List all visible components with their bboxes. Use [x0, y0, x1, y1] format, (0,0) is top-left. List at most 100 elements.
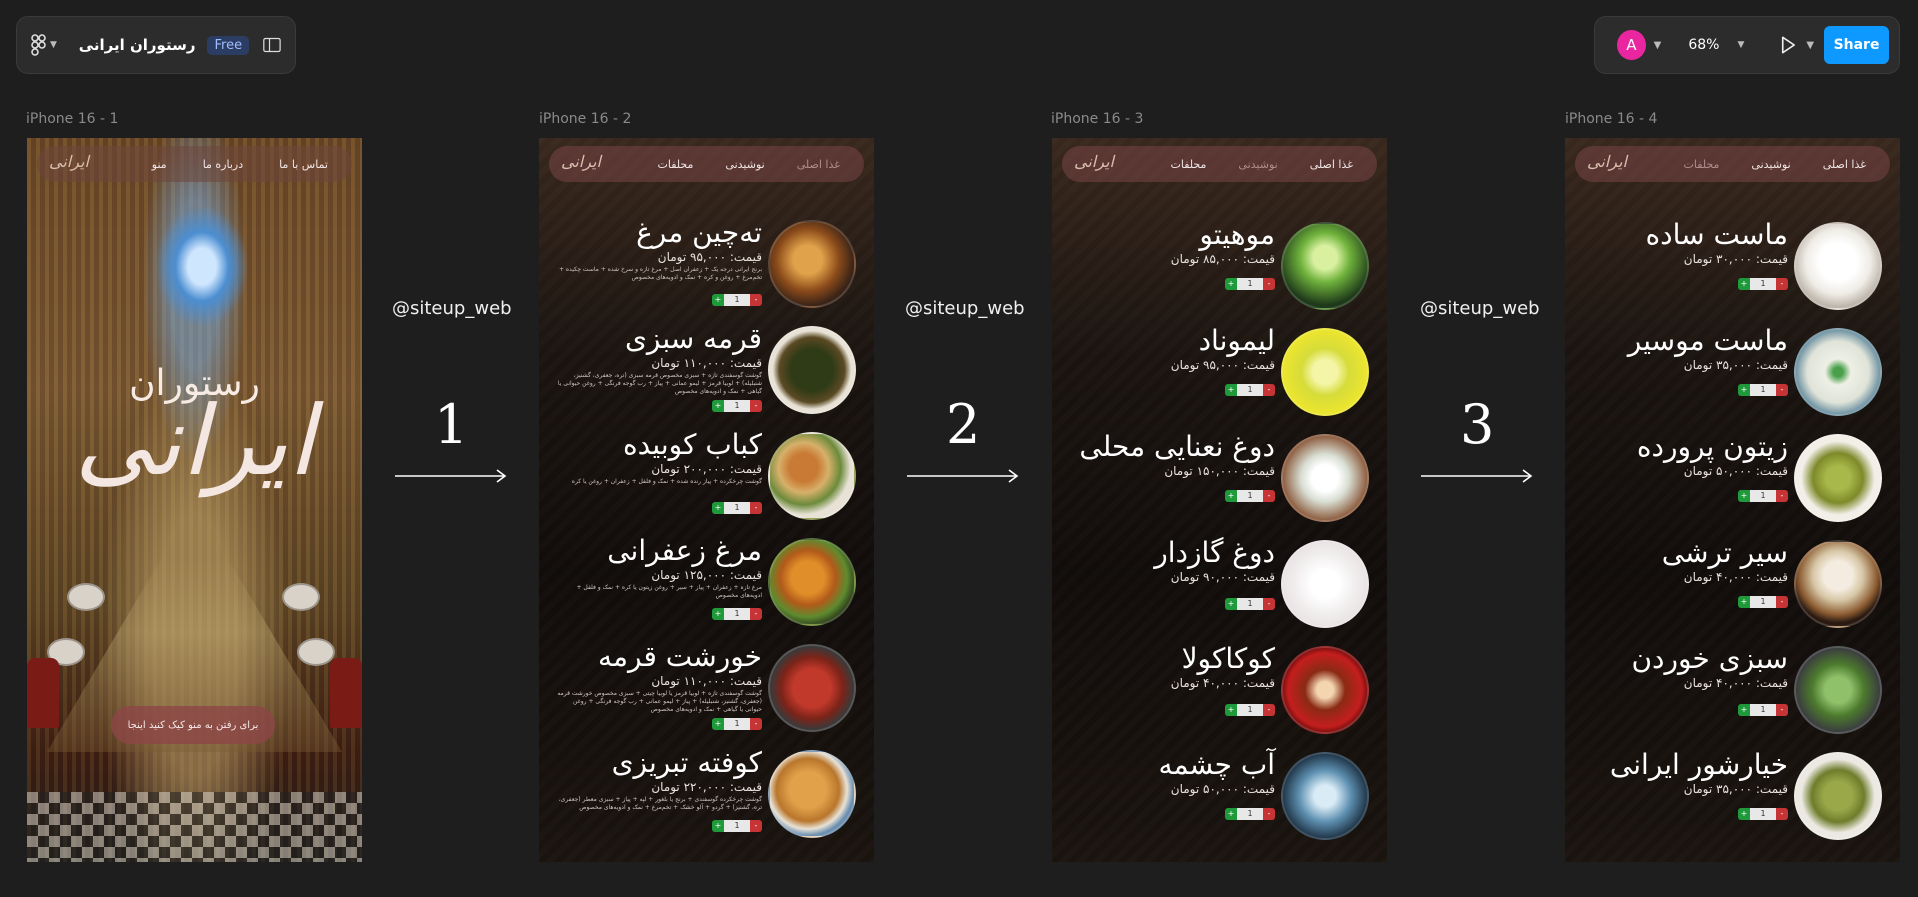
- dish-name: سیر ترشی: [1661, 536, 1788, 569]
- share-button[interactable]: Share: [1824, 26, 1889, 64]
- plus-button[interactable]: +: [1738, 704, 1750, 716]
- dish-price: قیمت: ۳۰,۰۰۰ تومان: [1683, 252, 1788, 266]
- minus-button[interactable]: -: [1776, 278, 1788, 290]
- frame-iphone-4[interactable]: غذا اصلی نوشیدنی محلفات ایرانی ماست ساده…: [1565, 138, 1900, 862]
- minus-button[interactable]: -: [750, 718, 762, 730]
- nav-item-main[interactable]: غذا اصلی: [797, 158, 840, 171]
- present-play-icon[interactable]: [1777, 34, 1798, 56]
- nav-item-sides[interactable]: محلفات: [1684, 158, 1720, 171]
- minus-button[interactable]: -: [1263, 598, 1275, 610]
- plus-button[interactable]: +: [712, 718, 724, 730]
- nav-item-main[interactable]: غذا اصلی: [1823, 158, 1866, 171]
- nav-item-drinks[interactable]: نوشیدنی: [725, 158, 764, 171]
- nav-item-drinks[interactable]: نوشیدنی: [1751, 158, 1790, 171]
- plus-button[interactable]: +: [712, 294, 724, 306]
- chevron-down-icon[interactable]: ▼: [1806, 40, 1814, 51]
- quantity-value: 1: [1750, 278, 1776, 290]
- plus-button[interactable]: +: [712, 820, 724, 832]
- dish-image: [1281, 328, 1369, 416]
- minus-button[interactable]: -: [1263, 490, 1275, 502]
- minus-button[interactable]: -: [1263, 278, 1275, 290]
- minus-button[interactable]: -: [1776, 596, 1788, 608]
- avatar[interactable]: A: [1617, 30, 1646, 60]
- dish-name: کوکاکولا: [1181, 642, 1275, 675]
- plus-button[interactable]: +: [1225, 278, 1237, 290]
- nav-item-sides[interactable]: محلفات: [1171, 158, 1207, 171]
- step-number: 1: [434, 393, 469, 456]
- arrow-right-icon: [395, 469, 507, 483]
- plus-button[interactable]: +: [1738, 808, 1750, 820]
- menu-item: دوغ نعنایی محلی قیمت: ۱۵۰,۰۰۰ تومان + 1 …: [1052, 430, 1387, 534]
- quantity-value: 1: [1237, 808, 1263, 820]
- plus-button[interactable]: +: [1225, 598, 1237, 610]
- nav-item-menu[interactable]: منو: [152, 158, 167, 171]
- go-to-menu-button[interactable]: برای رفتن به منو کیک کنید اینجا: [111, 706, 275, 744]
- frame-iphone-3[interactable]: غذا اصلی نوشیدنی محلفات ایرانی موهیتو قی…: [1052, 138, 1387, 862]
- minus-button[interactable]: -: [1263, 808, 1275, 820]
- plus-button[interactable]: +: [712, 608, 724, 620]
- plus-button[interactable]: +: [1738, 596, 1750, 608]
- minus-button[interactable]: -: [750, 294, 762, 306]
- plus-button[interactable]: +: [1738, 278, 1750, 290]
- frame-iphone-2[interactable]: غذا اصلی نوشیدنی محلفات ایرانی ته‌چین مر…: [539, 138, 874, 862]
- plus-button[interactable]: +: [712, 502, 724, 514]
- dish-price: قیمت: ۸۵,۰۰۰ تومان: [1170, 252, 1275, 266]
- minus-button[interactable]: -: [750, 608, 762, 620]
- dish-image: [1794, 540, 1882, 628]
- minus-button[interactable]: -: [1776, 384, 1788, 396]
- brand-logo[interactable]: ایرانی: [49, 152, 89, 171]
- plus-button[interactable]: +: [1225, 704, 1237, 716]
- plus-button[interactable]: +: [1738, 384, 1750, 396]
- dish-name: موهیتو: [1199, 218, 1275, 251]
- minus-button[interactable]: -: [750, 400, 762, 412]
- dish-image: [768, 220, 856, 308]
- plus-button[interactable]: +: [712, 400, 724, 412]
- nav-item-contact[interactable]: تماس با ما: [279, 158, 328, 171]
- plus-button[interactable]: +: [1738, 490, 1750, 502]
- menu-item: ماست ساده قیمت: ۳۰,۰۰۰ تومان + 1 -: [1565, 218, 1900, 322]
- sidebar-toggle-icon[interactable]: [263, 36, 281, 54]
- brand-logo[interactable]: ایرانی: [561, 152, 601, 171]
- minus-button[interactable]: -: [1776, 808, 1788, 820]
- dish-description: گوشت گوسفندی تازه + سبزی مخصوص قرمه سبزی…: [557, 372, 762, 395]
- frame-label[interactable]: iPhone 16 - 3: [1051, 111, 1143, 127]
- minus-button[interactable]: -: [1776, 704, 1788, 716]
- dish-price: قیمت: ۵۰,۰۰۰ تومان: [1170, 782, 1275, 796]
- frame-label[interactable]: iPhone 16 - 2: [539, 111, 631, 127]
- minus-button[interactable]: -: [1263, 704, 1275, 716]
- dish-image: [1794, 646, 1882, 734]
- author-handle: @siteup_web: [392, 298, 512, 319]
- collab-toolbar: A ▼ 68% ▼ ▼ Share: [1594, 16, 1900, 74]
- plus-button[interactable]: +: [1225, 384, 1237, 396]
- menu-item: مرغ زعفرانی قیمت: ۱۲۵,۰۰۰ تومان مرغ تازه…: [539, 534, 874, 638]
- chevron-down-icon[interactable]: ▼: [1654, 40, 1662, 51]
- step-number: 3: [1460, 393, 1495, 456]
- plus-button[interactable]: +: [1225, 808, 1237, 820]
- brand-logo[interactable]: ایرانی: [1587, 152, 1627, 171]
- minus-button[interactable]: -: [1776, 490, 1788, 502]
- frame-label[interactable]: iPhone 16 - 4: [1565, 111, 1657, 127]
- frame-iphone-1[interactable]: تماس با ما درباره ما منو ایرانی رستوران …: [27, 138, 362, 862]
- zoom-dropdown[interactable]: 68% ▼: [1673, 28, 1759, 62]
- nav-item-drinks[interactable]: نوشیدنی: [1238, 158, 1277, 171]
- arrow-right-icon: [1421, 469, 1533, 483]
- quantity-stepper: + 1 -: [1225, 278, 1275, 290]
- quantity-stepper: + 1 -: [712, 820, 762, 832]
- minus-button[interactable]: -: [750, 502, 762, 514]
- chevron-down-icon: ▼: [1737, 40, 1745, 50]
- plus-button[interactable]: +: [1225, 490, 1237, 502]
- dish-name: آب چشمه: [1158, 748, 1275, 781]
- figma-logo-icon: [31, 34, 46, 56]
- nav-item-about[interactable]: درباره ما: [203, 158, 243, 171]
- brand-logo[interactable]: ایرانی: [1074, 152, 1114, 171]
- hero-title: ایرانی: [74, 385, 315, 497]
- nav-item-sides[interactable]: محلفات: [658, 158, 694, 171]
- frame-label[interactable]: iPhone 16 - 1: [26, 111, 118, 127]
- file-title[interactable]: رستوران ایرانی: [79, 36, 196, 54]
- minus-button[interactable]: -: [1263, 384, 1275, 396]
- figma-menu-button[interactable]: ▼: [31, 31, 59, 59]
- file-toolbar: ▼ رستوران ایرانی Free: [16, 16, 296, 74]
- nav-item-main[interactable]: غذا اصلی: [1310, 158, 1353, 171]
- menu-item: خورشت قرمه قیمت: ۱۱۰,۰۰۰ تومان گوشت گوسف…: [539, 640, 874, 744]
- minus-button[interactable]: -: [750, 820, 762, 832]
